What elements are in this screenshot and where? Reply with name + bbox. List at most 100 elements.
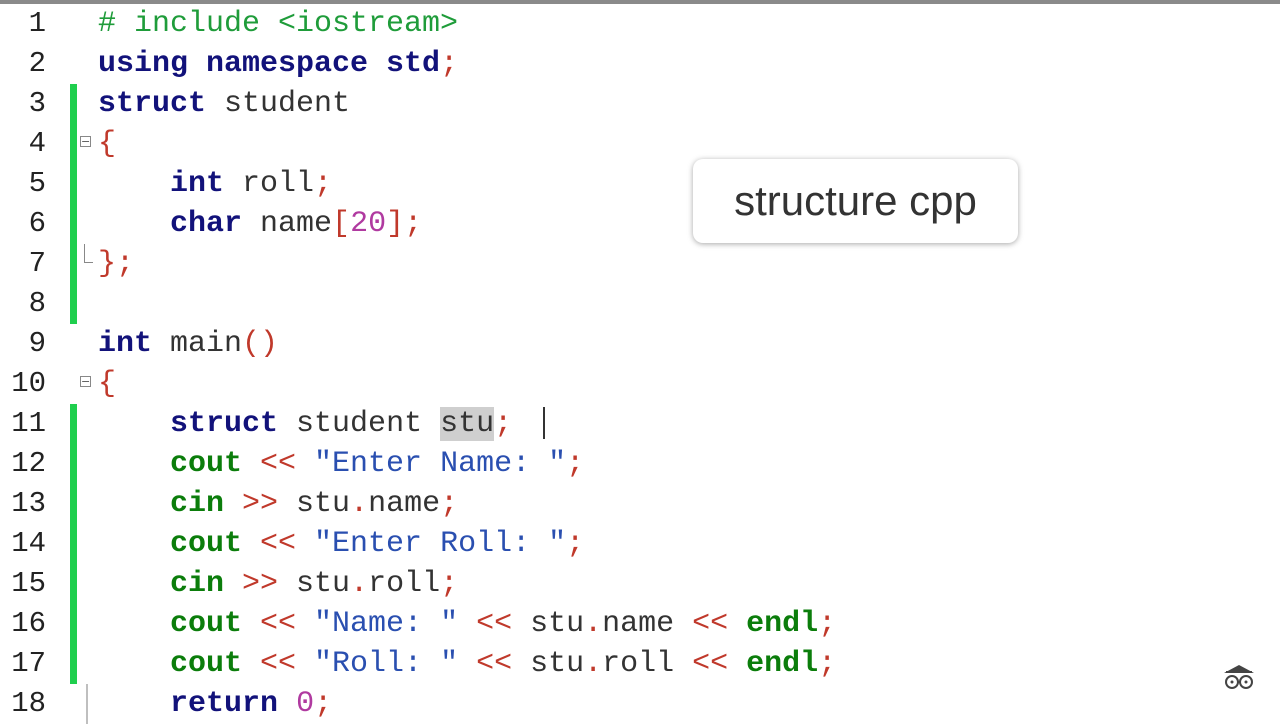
- tooltip-text: structure cpp: [734, 177, 977, 224]
- code-text: struct student: [98, 84, 350, 124]
- changed-line-marker: [70, 284, 77, 324]
- line-number: 7: [28, 247, 46, 280]
- code-token: struct: [98, 87, 207, 121]
- code-line[interactable]: 15 cin >> stu.roll;: [0, 564, 1280, 604]
- code-line[interactable]: 16 cout << "Name: " << stu.name << endl;: [0, 604, 1280, 644]
- code-token: student: [206, 87, 351, 121]
- code-token: roll: [368, 567, 441, 601]
- line-number: 12: [11, 447, 46, 480]
- code-token: <<: [674, 647, 747, 681]
- code-line[interactable]: 4 −{: [0, 124, 1280, 164]
- code-token: roll: [602, 647, 675, 681]
- code-text: struct student stu;: [98, 404, 512, 444]
- code-text: {: [98, 124, 116, 164]
- line-number: 17: [11, 647, 46, 680]
- code-token: .: [350, 487, 369, 521]
- code-token: ;: [440, 47, 459, 81]
- changed-line-marker: [70, 124, 77, 164]
- code-line[interactable]: 11 struct student stu;: [0, 404, 1280, 444]
- code-line[interactable]: 18 return 0;: [0, 684, 1280, 724]
- changed-line-marker: [70, 444, 77, 484]
- code-text: int main(): [98, 324, 278, 364]
- code-token: "Roll: ": [314, 647, 459, 681]
- code-token: "Enter Name: ": [314, 447, 567, 481]
- code-line[interactable]: 17 cout << "Roll: " << stu.roll << endl;: [0, 644, 1280, 684]
- code-token: ;: [566, 527, 585, 561]
- code-token: <<: [458, 647, 531, 681]
- line-number: 15: [11, 567, 46, 600]
- line-number: 5: [28, 167, 46, 200]
- code-token: stu: [440, 407, 495, 441]
- code-token: cout: [170, 447, 243, 481]
- code-token: ;: [818, 607, 837, 641]
- code-line[interactable]: 8: [0, 284, 1280, 324]
- code-token: cout: [170, 527, 243, 561]
- code-line[interactable]: 3 struct student: [0, 84, 1280, 124]
- code-line[interactable]: 13 cin >> stu.name;: [0, 484, 1280, 524]
- code-text: # include <iostream>: [98, 4, 458, 44]
- code-text: cout << "Enter Name: ";: [98, 444, 584, 484]
- code-token: {: [98, 367, 117, 401]
- code-token: name: [242, 207, 333, 241]
- code-token: ;: [404, 207, 423, 241]
- code-token: };: [98, 247, 135, 281]
- code-line[interactable]: 1 # include <iostream>: [0, 4, 1280, 44]
- fold-end-icon: [84, 244, 93, 263]
- code-token: ;: [494, 407, 513, 441]
- code-token: [: [332, 207, 351, 241]
- code-token: roll: [224, 167, 315, 201]
- code-line[interactable]: 6 char name[20];: [0, 204, 1280, 244]
- changed-line-marker: [70, 524, 77, 564]
- line-number: 14: [11, 527, 46, 560]
- code-token: int: [98, 327, 153, 361]
- code-line[interactable]: 7};: [0, 244, 1280, 284]
- fold-toggle-icon[interactable]: −: [80, 376, 91, 387]
- code-token: <<: [458, 607, 531, 641]
- code-line[interactable]: 9 int main(): [0, 324, 1280, 364]
- code-token: "Enter Roll: ": [314, 527, 567, 561]
- code-line[interactable]: 2 using namespace std;: [0, 44, 1280, 84]
- text-cursor: [543, 407, 545, 439]
- fold-toggle-icon[interactable]: −: [80, 136, 91, 147]
- code-token: using namespace std: [98, 47, 441, 81]
- changed-line-marker: [70, 644, 77, 684]
- changed-line-marker: [70, 244, 77, 284]
- changed-line-marker: [70, 484, 77, 524]
- code-token: name: [368, 487, 441, 521]
- line-number: 6: [28, 207, 46, 240]
- changed-line-marker: [70, 204, 77, 244]
- code-token: >>: [224, 487, 297, 521]
- line-number: 2: [28, 47, 46, 80]
- code-token: # include <iostream>: [98, 7, 459, 41]
- code-token: <<: [674, 607, 747, 641]
- line-number: 13: [11, 487, 46, 520]
- code-line[interactable]: 14 cout << "Enter Roll: ";: [0, 524, 1280, 564]
- changed-line-marker: [70, 604, 77, 644]
- code-line[interactable]: 5 int roll;: [0, 164, 1280, 204]
- code-editor[interactable]: 1 # include <iostream> 2 using namespace st…: [0, 4, 1280, 724]
- code-token: .: [350, 567, 369, 601]
- code-token: ;: [314, 687, 333, 721]
- code-token: ;: [314, 167, 333, 201]
- code-token: int: [170, 167, 225, 201]
- code-text: return 0;: [98, 684, 332, 724]
- code-token: 20: [350, 207, 387, 241]
- line-number: 3: [28, 87, 46, 120]
- code-line[interactable]: 10 −{: [0, 364, 1280, 404]
- code-text: cin >> stu.name;: [98, 484, 458, 524]
- code-line[interactable]: 12 cout << "Enter Name: ";: [0, 444, 1280, 484]
- code-token: >>: [224, 567, 297, 601]
- code-token: stu: [296, 567, 351, 601]
- code-text: cout << "Name: " << stu.name << endl;: [98, 604, 836, 644]
- code-token: <<: [242, 527, 315, 561]
- code-text: cout << "Enter Roll: ";: [98, 524, 584, 564]
- code-text: };: [98, 244, 134, 284]
- code-token: endl: [746, 607, 819, 641]
